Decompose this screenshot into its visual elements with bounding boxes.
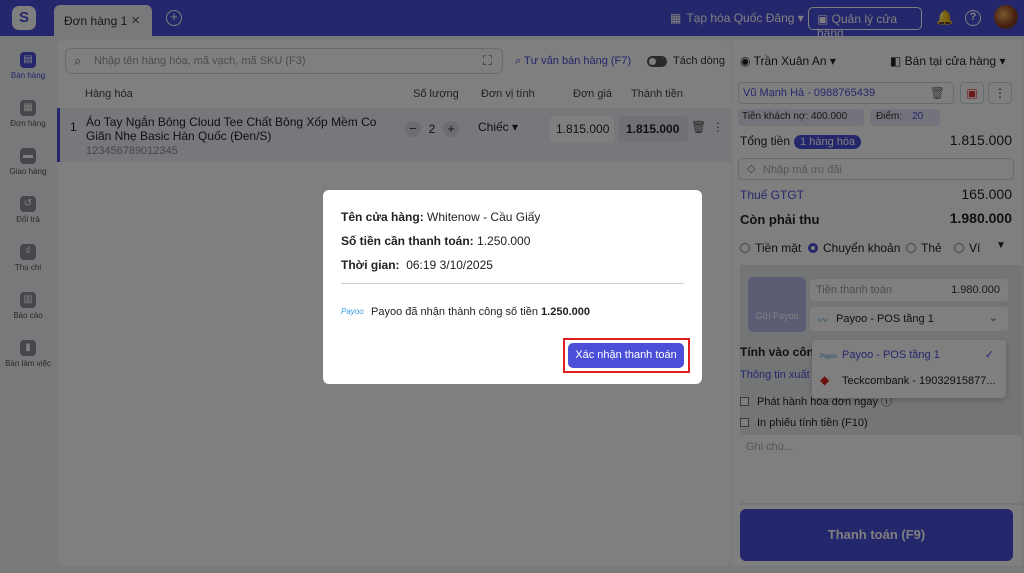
message-text: Payoo đã nhận thành công số tiền	[371, 306, 538, 318]
store-value: Whitenow - Cầu Giấy	[427, 210, 541, 224]
amount-value: 1.250.000	[477, 234, 531, 248]
message-amount: 1.250.000	[541, 306, 590, 318]
payoo-logo-icon: Payoo	[341, 307, 364, 316]
modal-time-line: Thời gian: 06:19 3/10/2025	[341, 258, 493, 272]
time-value: 06:19 3/10/2025	[406, 258, 493, 272]
store-label: Tên cửa hàng:	[341, 210, 424, 224]
time-label: Thời gian:	[341, 258, 400, 272]
divider	[341, 283, 684, 284]
success-message: Payoo đã nhận thành công số tiền 1.250.0…	[371, 306, 590, 318]
modal-store-line: Tên cửa hàng: Whitenow - Cầu Giấy	[341, 210, 540, 224]
modal-amount-line: Số tiền cần thanh toán: 1.250.000	[341, 234, 530, 248]
amount-label: Số tiền cần thanh toán:	[341, 234, 474, 248]
highlight-box	[563, 338, 690, 373]
